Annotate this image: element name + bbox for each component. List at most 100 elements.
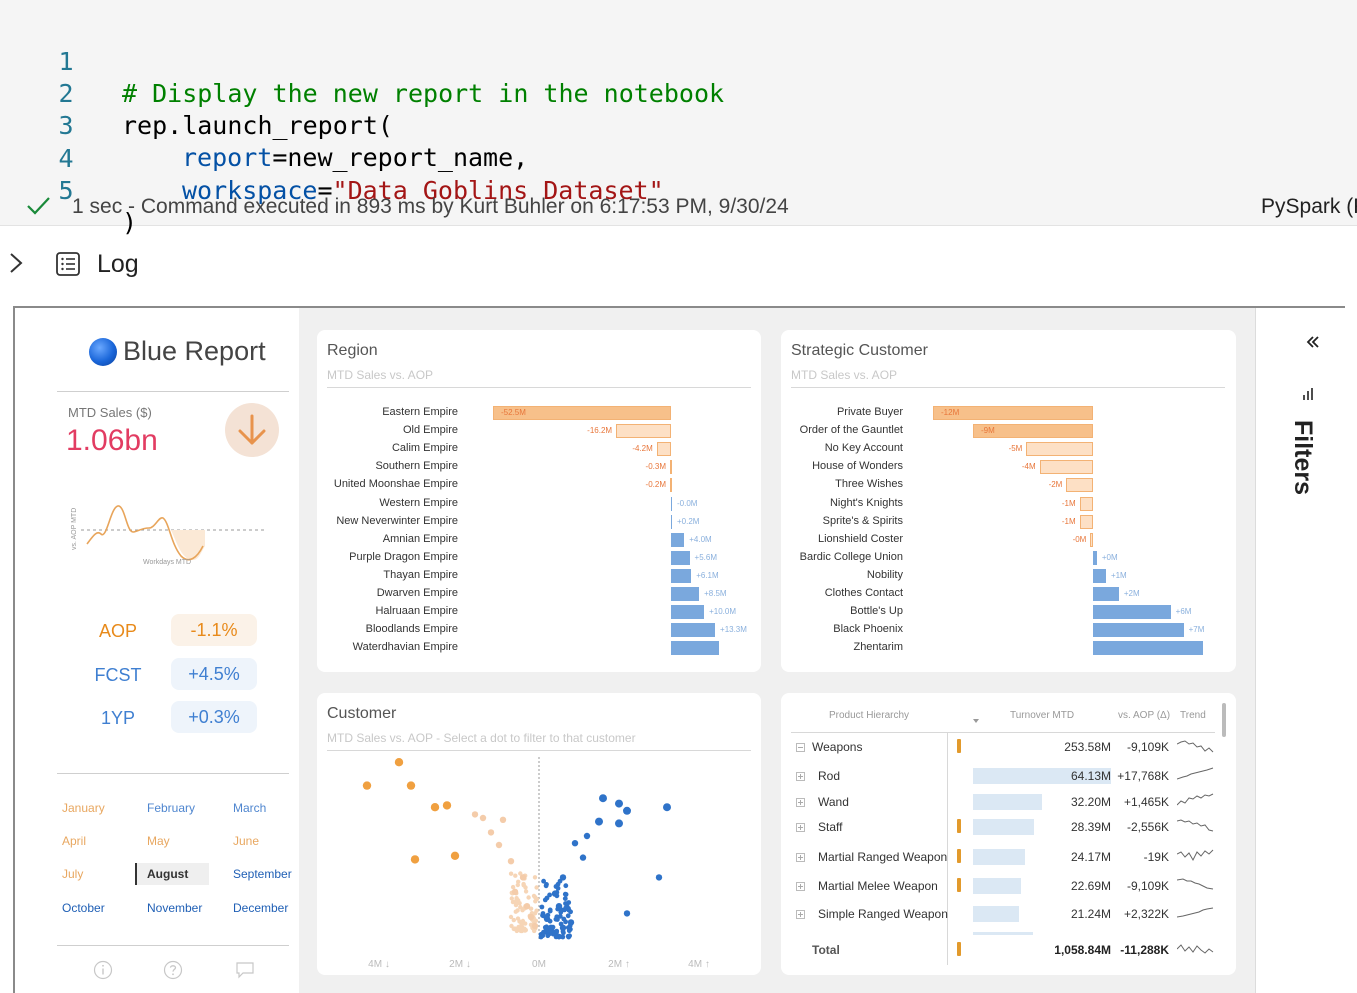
scatter-point[interactable] — [562, 891, 568, 897]
bar[interactable] — [671, 587, 700, 601]
double-chevron-left-icon[interactable] — [1305, 334, 1321, 350]
scatter-point[interactable] — [555, 903, 563, 910]
bar[interactable] — [1093, 605, 1171, 620]
month-june[interactable]: June — [233, 834, 259, 848]
row-label[interactable]: Martial Ranged Weapon — [818, 850, 947, 864]
category-label[interactable]: Amnian Empire — [383, 533, 458, 545]
scatter-point[interactable] — [515, 908, 520, 913]
scatter-point[interactable] — [547, 907, 553, 913]
category-label[interactable]: Bardic College Union — [800, 551, 903, 563]
category-label[interactable]: Purple Dragon Empire — [349, 551, 458, 563]
category-label[interactable]: No Key Account — [825, 442, 903, 454]
help-icon[interactable] — [163, 960, 183, 980]
scatter-point[interactable] — [543, 915, 551, 922]
scatter-point[interactable] — [442, 801, 452, 810]
month-october[interactable]: October — [62, 901, 105, 915]
month-july[interactable]: July — [62, 867, 83, 881]
scatter-point[interactable] — [566, 900, 572, 905]
bar[interactable] — [616, 424, 671, 439]
scatter-point[interactable] — [547, 924, 555, 931]
scatter-point[interactable] — [410, 855, 420, 864]
log-section[interactable]: Log — [0, 240, 1357, 290]
month-august[interactable]: August — [135, 863, 209, 885]
category-label[interactable]: Lionshield Coster — [818, 533, 903, 545]
scatter-point[interactable] — [543, 883, 549, 889]
scatter-point[interactable] — [521, 883, 526, 888]
category-label[interactable]: Western Empire — [379, 497, 458, 509]
row-label[interactable]: Rod — [818, 769, 840, 783]
category-label[interactable]: Eastern Empire — [382, 406, 458, 418]
month-march[interactable]: March — [233, 801, 266, 815]
column-header-turnover[interactable]: Turnover MTD — [1010, 710, 1074, 721]
expand-icon[interactable] — [796, 823, 805, 832]
strategic-customer-card[interactable]: Strategic Customer MTD Sales vs. AOP Pri… — [781, 330, 1236, 672]
bar[interactable] — [1066, 478, 1093, 493]
scatter-point[interactable] — [623, 910, 631, 917]
scatter-point[interactable] — [554, 928, 560, 934]
row-label[interactable]: Wand — [818, 795, 849, 809]
scatter-point[interactable] — [394, 758, 404, 767]
region-card[interactable]: Region MTD Sales vs. AOP Eastern Empire -… — [317, 330, 761, 672]
kernel-selector[interactable]: PySpark (P — [1261, 195, 1357, 219]
bar[interactable] — [1039, 460, 1093, 475]
bar[interactable] — [656, 442, 671, 457]
category-label[interactable]: Nobility — [867, 569, 903, 581]
bar[interactable] — [1026, 442, 1093, 457]
scatter-point[interactable] — [527, 913, 535, 921]
scatter-point[interactable] — [561, 916, 567, 922]
scatter-point[interactable] — [566, 906, 571, 911]
category-label[interactable]: Private Buyer — [837, 406, 903, 418]
bar[interactable] — [669, 460, 672, 475]
row-label[interactable]: Staff — [818, 820, 842, 834]
bar[interactable] — [671, 550, 690, 565]
scatter-point[interactable] — [532, 928, 537, 934]
category-label[interactable]: Calim Empire — [392, 442, 458, 454]
scatter-point[interactable] — [511, 888, 519, 895]
sort-caret-icon[interactable] — [972, 718, 980, 724]
row-label[interactable]: Weapons — [812, 740, 862, 754]
bar[interactable] — [1093, 623, 1184, 638]
scatter-point[interactable] — [523, 903, 531, 910]
column-header-vs-aop[interactable]: vs. AOP (Δ) — [1118, 710, 1170, 721]
bar[interactable] — [671, 496, 672, 511]
bar[interactable] — [671, 514, 672, 529]
customer-scatter-plot[interactable]: 4M ↓ 2M ↓ 0M 2M ↑ 4M ↑ — [317, 755, 761, 975]
bar[interactable] — [671, 605, 705, 620]
comment-icon[interactable] — [235, 960, 255, 980]
scatter-point[interactable] — [515, 916, 521, 921]
bar[interactable] — [671, 568, 692, 583]
row-label[interactable]: Simple Ranged Weapon — [818, 907, 948, 921]
filters-pane[interactable]: Filters — [1255, 308, 1357, 993]
scatter-point[interactable] — [499, 816, 507, 823]
scatter-point[interactable] — [553, 916, 559, 922]
bar[interactable] — [671, 532, 685, 547]
bar[interactable] — [1093, 568, 1106, 583]
code-cell[interactable]: 1 # Display the new report in the notebo… — [0, 0, 1357, 237]
scatter-point[interactable] — [553, 933, 559, 938]
category-label[interactable]: Bottle's Up — [850, 605, 903, 617]
scatter-point[interactable] — [513, 873, 518, 878]
scatter-point[interactable] — [623, 806, 631, 815]
scatter-point[interactable] — [523, 889, 529, 894]
scatter-point[interactable] — [663, 803, 671, 812]
chevron-right-icon[interactable] — [8, 251, 24, 275]
scatter-point[interactable] — [515, 882, 520, 888]
category-label[interactable]: United Moonshae Empire — [334, 478, 458, 490]
scatter-point[interactable] — [545, 933, 551, 939]
scatter-point[interactable] — [531, 922, 539, 930]
column-header-hierarchy[interactable]: Product Hierarchy — [829, 710, 909, 721]
scrollbar-thumb[interactable] — [1222, 703, 1226, 737]
scatter-point[interactable] — [362, 781, 372, 790]
category-label[interactable]: Bloodlands Empire — [366, 623, 458, 635]
scatter-point[interactable] — [508, 871, 514, 876]
scatter-point[interactable] — [599, 794, 607, 803]
customer-card[interactable]: Customer MTD Sales vs. AOP - Select a do… — [317, 693, 761, 975]
kpi-value-fcst[interactable]: +4.5% — [171, 658, 257, 690]
scatter-point[interactable] — [555, 885, 561, 891]
scatter-point[interactable] — [534, 885, 539, 890]
scatter-point[interactable] — [471, 811, 479, 818]
scatter-point[interactable] — [517, 901, 522, 906]
month-may[interactable]: May — [147, 834, 170, 848]
info-icon[interactable] — [93, 960, 113, 980]
expand-icon[interactable] — [796, 910, 805, 919]
